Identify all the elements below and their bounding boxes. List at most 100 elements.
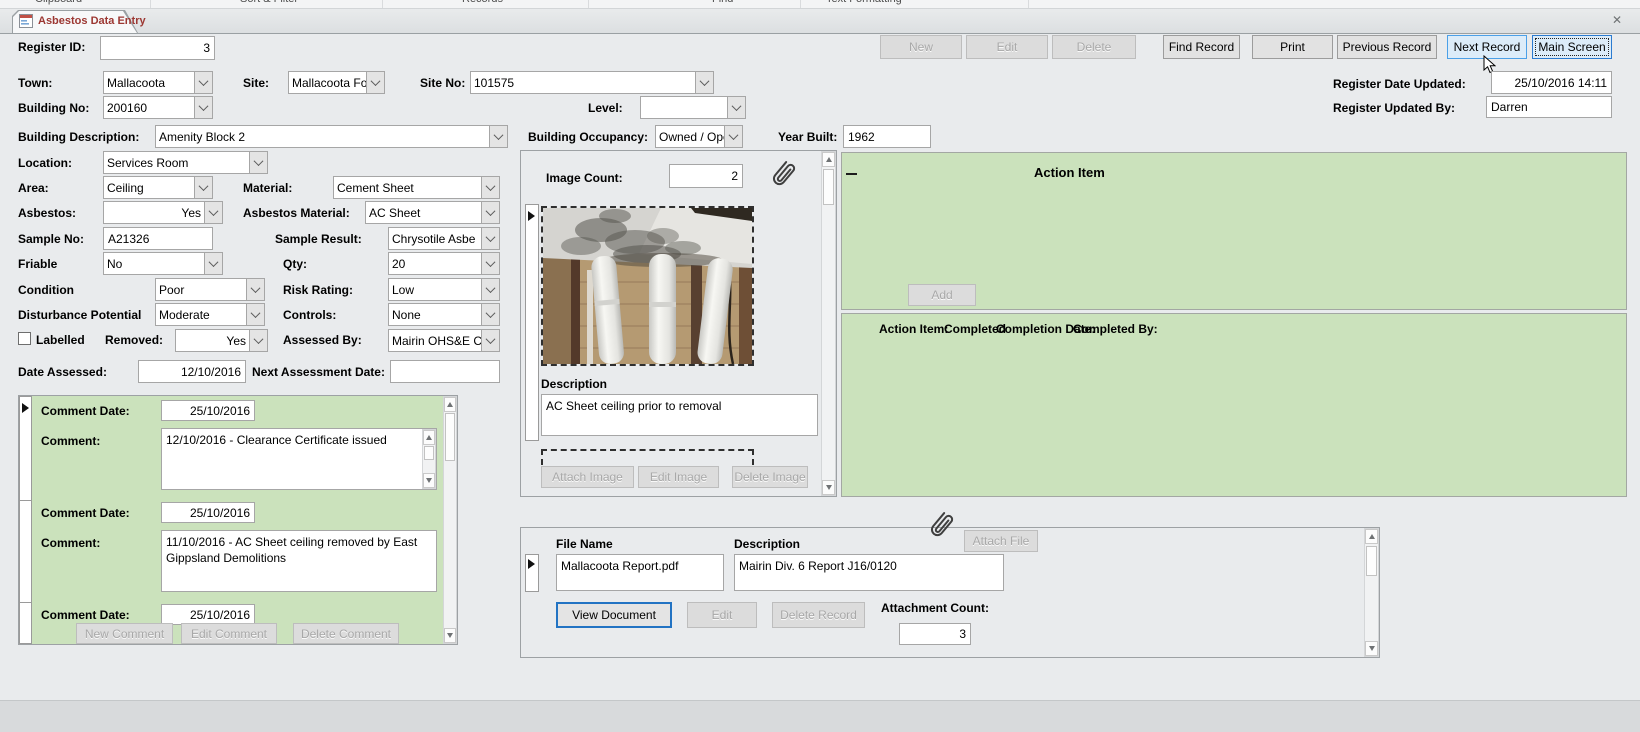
image-record-selector[interactable] (525, 204, 539, 441)
assessed-by-combo[interactable]: Mairin OHS&E C (388, 329, 500, 352)
comment-date-field[interactable]: 25/10/2016 (161, 604, 255, 625)
comment-text-field[interactable]: 11/10/2016 - AC Sheet ceiling removed by… (161, 530, 437, 592)
register-updated-by-field[interactable]: Darren (1486, 96, 1612, 118)
combo-dropdown-button[interactable] (481, 330, 499, 351)
combo-dropdown-button[interactable] (194, 72, 212, 93)
add-action-item-button: Add (908, 284, 976, 306)
removed-combo[interactable]: Yes (175, 329, 268, 352)
scroll-up-icon[interactable] (822, 152, 835, 167)
combo-dropdown-button[interactable] (366, 72, 384, 93)
scroll-thumb[interactable] (445, 413, 455, 461)
site-no-combo[interactable]: 101575 (470, 71, 714, 94)
friable-combo[interactable]: No (103, 252, 223, 275)
asbestos-photo[interactable] (541, 206, 754, 366)
combo-dropdown-button[interactable] (246, 304, 264, 325)
attachment-file-name-field[interactable]: Mallacoota Report.pdf (556, 554, 724, 591)
scroll-thumb[interactable] (823, 169, 834, 205)
risk-rating-combo[interactable]: Low (388, 278, 500, 301)
comment-scrollbar[interactable] (422, 429, 436, 489)
image-description-field[interactable]: AC Sheet ceiling prior to removal (541, 394, 818, 436)
action-item-list-panel: Action Item: Completed Completion Date: … (841, 313, 1627, 497)
next-assessment-date-label: Next Assessment Date: (252, 365, 385, 379)
find-record-button[interactable]: Find Record (1163, 35, 1240, 59)
comment-date-field[interactable]: 25/10/2016 (161, 400, 255, 421)
site-combo[interactable]: Mallacoota Fore (288, 71, 385, 94)
attachments-scrollbar[interactable] (1364, 528, 1379, 657)
combo-dropdown-button[interactable] (695, 72, 713, 93)
sample-result-combo[interactable]: Chrysotile Asbe (388, 227, 500, 250)
register-updated-by-label: Register Updated By: (1333, 101, 1456, 115)
close-icon[interactable]: ✕ (1612, 13, 1622, 27)
combo-dropdown-button[interactable] (727, 97, 745, 118)
scroll-down-icon[interactable] (822, 480, 835, 495)
controls-combo[interactable]: None (388, 303, 500, 326)
combo-dropdown-button[interactable] (724, 126, 742, 147)
combo-dropdown-button[interactable] (249, 330, 267, 351)
town-combo[interactable]: Mallacoota (103, 71, 213, 94)
main-screen-button[interactable]: Main Screen (1532, 35, 1612, 59)
window-bottom-strip (0, 700, 1640, 732)
building-no-combo[interactable]: 200160 (103, 96, 213, 119)
combo-dropdown-button[interactable] (194, 97, 212, 118)
combo-dropdown-button[interactable] (249, 152, 267, 173)
area-combo[interactable]: Ceiling (103, 176, 213, 199)
qty-combo[interactable]: 20 (388, 252, 500, 275)
comment-date-field[interactable]: 25/10/2016 (161, 502, 255, 523)
combo-dropdown-button[interactable] (204, 202, 222, 223)
combo-dropdown-button[interactable] (246, 279, 264, 300)
attach-file-button: Attach File (964, 530, 1038, 552)
comment-text-field[interactable]: 12/10/2016 - Clearance Certificate issue… (161, 428, 437, 490)
scroll-down-icon[interactable] (1365, 641, 1378, 656)
comment-record-selector[interactable] (19, 396, 32, 644)
image-count-field[interactable]: 2 (669, 164, 743, 188)
building-occupancy-combo[interactable]: Owned / Opera (655, 125, 743, 148)
asbestos-label: Asbestos: (18, 206, 77, 220)
scroll-thumb[interactable] (1366, 546, 1377, 576)
building-description-combo[interactable]: Amenity Block 2 (155, 125, 508, 148)
disturbance-potential-combo[interactable]: Moderate (155, 303, 265, 326)
scroll-up-icon[interactable] (1365, 529, 1378, 544)
labelled-checkbox[interactable] (18, 332, 31, 345)
chevron-down-icon (485, 206, 496, 217)
asbestos-material-combo[interactable]: AC Sheet (365, 201, 500, 224)
year-built-field[interactable]: 1962 (843, 125, 931, 148)
combo-dropdown-button[interactable] (194, 177, 212, 198)
attachment-count-field[interactable]: 3 (899, 623, 971, 645)
combo-dropdown-button[interactable] (204, 253, 222, 274)
scroll-down-icon[interactable] (423, 473, 435, 488)
register-id-field[interactable]: 3 (100, 36, 215, 60)
previous-record-button[interactable]: Previous Record (1337, 35, 1437, 59)
images-scrollbar[interactable] (821, 151, 836, 496)
scroll-down-icon[interactable] (444, 628, 456, 643)
asbestos-combo[interactable]: Yes (103, 201, 223, 224)
comments-scrollbar[interactable] (443, 396, 457, 644)
combo-dropdown-button[interactable] (481, 304, 499, 325)
combo-dropdown-button[interactable] (481, 279, 499, 300)
next-assessment-date-field[interactable] (390, 360, 500, 383)
sample-no-field[interactable]: A21326 (103, 227, 213, 250)
print-button[interactable]: Print (1252, 35, 1333, 59)
combo-dropdown-button[interactable] (481, 202, 499, 223)
friable-label: Friable (18, 257, 58, 271)
attachment-description-label: Description (734, 537, 801, 551)
combo-dropdown-button[interactable] (481, 228, 499, 249)
date-assessed-field[interactable]: 12/10/2016 (138, 360, 246, 383)
register-date-updated-field[interactable]: 25/10/2016 14:11 (1491, 71, 1612, 94)
combo-dropdown-button[interactable] (481, 177, 499, 198)
ribbon-separator (800, 0, 801, 8)
scroll-up-icon[interactable] (444, 397, 456, 412)
scroll-up-icon[interactable] (423, 430, 435, 445)
tab-asbestos-data-entry[interactable]: Asbestos Data Entry (12, 10, 146, 33)
level-combo[interactable] (640, 96, 746, 119)
combo-dropdown-button[interactable] (489, 126, 507, 147)
dash-mark (846, 173, 857, 175)
attachment-record-selector[interactable] (525, 554, 539, 592)
attachment-description-field[interactable]: Mairin Div. 6 Report J16/0120 (734, 554, 1004, 591)
image-count-label: Image Count: (546, 171, 623, 185)
scroll-thumb[interactable] (424, 446, 434, 460)
combo-dropdown-button[interactable] (481, 253, 499, 274)
condition-combo[interactable]: Poor (155, 278, 265, 301)
view-document-button[interactable]: View Document (556, 602, 672, 628)
material-combo[interactable]: Cement Sheet (333, 176, 500, 199)
location-combo[interactable]: Services Room (103, 151, 268, 174)
